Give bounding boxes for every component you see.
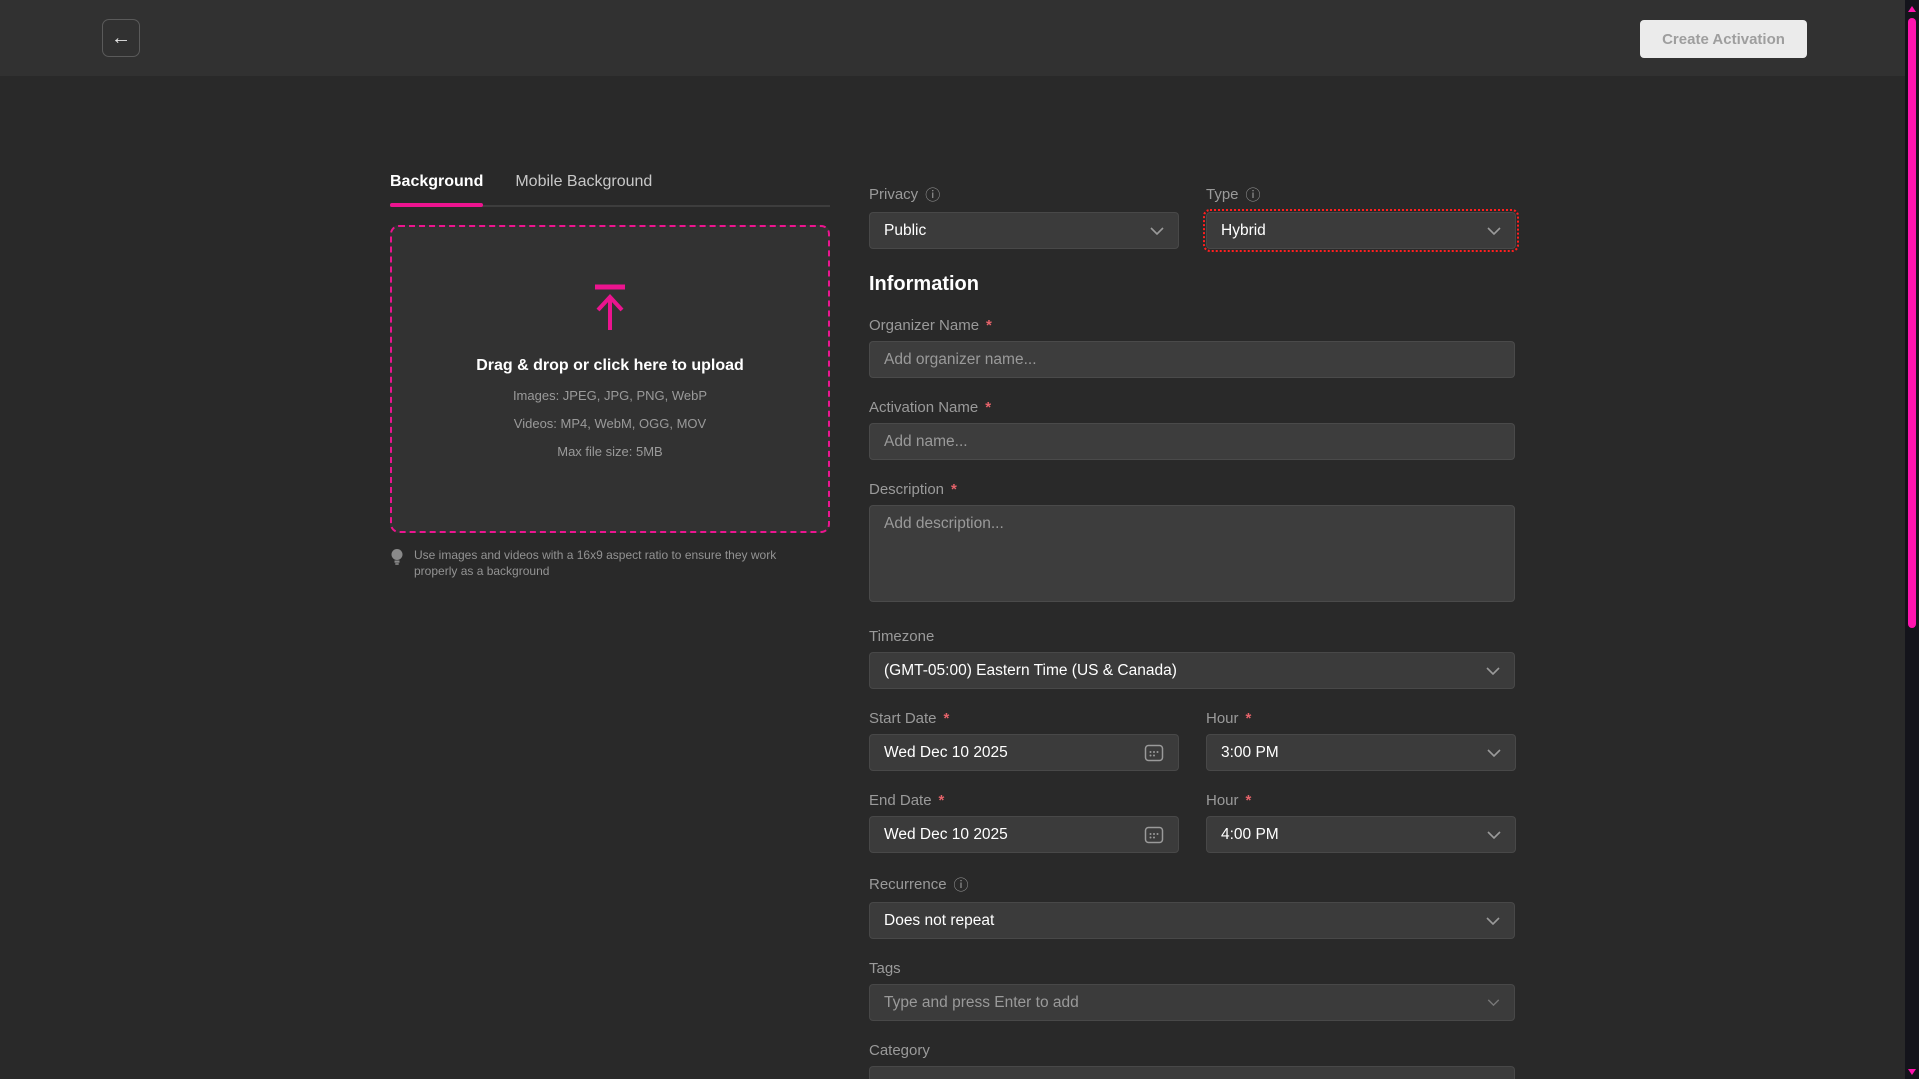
required-marker: * [1246,792,1252,809]
background-tabs: Background Mobile Background [390,173,830,207]
lightbulb-icon [390,548,404,566]
end-hour-value: 4:00 PM [1221,826,1279,844]
recurrence-info-icon[interactable]: ⓘ [954,874,969,895]
start-hour-label: Hour [1206,710,1239,727]
organizer-name-group: Organizer Name * [869,317,1515,378]
tags-placeholder: Type and press Enter to add [884,994,1079,1012]
end-date-group: End Date * Wed Dec 10 2025 [869,792,1179,853]
aspect-ratio-hint: Use images and videos with a 16x9 aspect… [390,547,800,579]
create-activation-button[interactable]: Create Activation [1640,20,1807,58]
required-marker: * [985,399,991,416]
chevron-down-icon [1150,227,1164,235]
vertical-scrollbar[interactable] [1905,0,1919,1079]
back-button[interactable]: ← [102,19,140,57]
timezone-select[interactable]: (GMT-05:00) Eastern Time (US & Canada) [869,652,1515,689]
end-date-picker[interactable]: Wed Dec 10 2025 [869,816,1179,853]
dropzone-videos-formats: Videos: MP4, WebM, OGG, MOV [514,416,706,431]
end-date-value: Wed Dec 10 2025 [884,826,1008,844]
tags-group: Tags Type and press Enter to add [869,960,1515,1021]
description-label: Description [869,481,944,498]
start-hour-value: 3:00 PM [1221,744,1279,762]
create-activation-page: ← Create Activation Background Mobile Ba… [0,0,1919,1079]
required-marker: * [1246,710,1252,727]
chevron-down-icon [1486,667,1500,675]
timezone-label: Timezone [869,628,934,645]
privacy-select[interactable]: Public [869,212,1179,249]
start-hour-group: Hour * 3:00 PM [1206,710,1516,771]
tags-label: Tags [869,960,901,977]
back-arrow-icon: ← [111,27,131,50]
dropzone-title: Drag & drop or click here to upload [476,357,744,375]
timezone-value: (GMT-05:00) Eastern Time (US & Canada) [884,662,1177,680]
start-hour-select[interactable]: 3:00 PM [1206,734,1516,771]
required-marker: * [944,710,950,727]
scrollbar-thumb[interactable] [1908,18,1916,628]
top-bar: ← Create Activation [0,0,1919,76]
privacy-group: Privacy ⓘ Public [869,184,1179,249]
required-marker: * [986,317,992,334]
file-dropzone[interactable]: Drag & drop or click here to upload Imag… [390,225,830,533]
chevron-down-icon [1487,749,1501,757]
calendar-icon [1144,825,1164,845]
calendar-icon [1144,743,1164,763]
scroll-down-arrow-icon[interactable] [1908,1069,1916,1075]
recurrence-value: Does not repeat [884,912,994,930]
timezone-group: Timezone (GMT-05:00) Eastern Time (US & … [869,628,1515,689]
chevron-down-icon [1487,999,1500,1006]
background-upload-panel: Background Mobile Background Drag & drop… [390,173,830,579]
start-date-picker[interactable]: Wed Dec 10 2025 [869,734,1179,771]
category-select[interactable] [869,1066,1515,1079]
end-hour-select[interactable]: 4:00 PM [1206,816,1516,853]
end-hour-label: Hour [1206,792,1239,809]
chevron-down-icon [1487,831,1501,839]
upload-arrow-icon [590,283,630,331]
category-group: Category [869,1042,1515,1079]
category-label: Category [869,1042,930,1059]
start-date-label: Start Date [869,710,937,727]
start-date-group: Start Date * Wed Dec 10 2025 [869,710,1179,771]
organizer-name-label: Organizer Name [869,317,979,334]
type-label: Type [1206,186,1239,203]
tab-background[interactable]: Background [390,173,483,191]
type-group: Type ⓘ Hybrid [1206,184,1516,249]
type-select[interactable]: Hybrid [1206,212,1516,249]
activation-form: Privacy ⓘ Public Type ⓘ Hybrid [869,163,1515,1079]
privacy-value: Public [884,222,926,240]
scroll-up-arrow-icon[interactable] [1908,6,1916,12]
tab-mobile-background[interactable]: Mobile Background [515,173,652,191]
recurrence-group: Recurrence ⓘ Does not repeat [869,874,1515,939]
start-date-value: Wed Dec 10 2025 [884,744,1008,762]
activation-name-label: Activation Name [869,399,978,416]
privacy-info-icon[interactable]: ⓘ [925,184,940,205]
tags-input[interactable]: Type and press Enter to add [869,984,1515,1021]
dropzone-max-size: Max file size: 5MB [557,444,662,459]
description-group: Description * [869,481,1515,607]
chevron-down-icon [1487,227,1501,235]
type-value: Hybrid [1221,222,1266,240]
activation-name-input[interactable] [869,423,1515,460]
organizer-name-input[interactable] [869,341,1515,378]
description-textarea[interactable] [869,505,1515,602]
recurrence-select[interactable]: Does not repeat [869,902,1515,939]
chevron-down-icon [1486,917,1500,925]
recurrence-label: Recurrence [869,876,947,893]
activation-name-group: Activation Name * [869,399,1515,460]
aspect-ratio-hint-text: Use images and videos with a 16x9 aspect… [414,547,800,579]
required-marker: * [951,481,957,498]
required-marker: * [939,792,945,809]
dropzone-images-formats: Images: JPEG, JPG, PNG, WebP [513,388,707,403]
type-info-icon[interactable]: ⓘ [1246,184,1261,205]
end-date-label: End Date [869,792,932,809]
information-section-title: Information [869,273,1515,296]
privacy-label: Privacy [869,186,918,203]
end-hour-group: Hour * 4:00 PM [1206,792,1516,853]
